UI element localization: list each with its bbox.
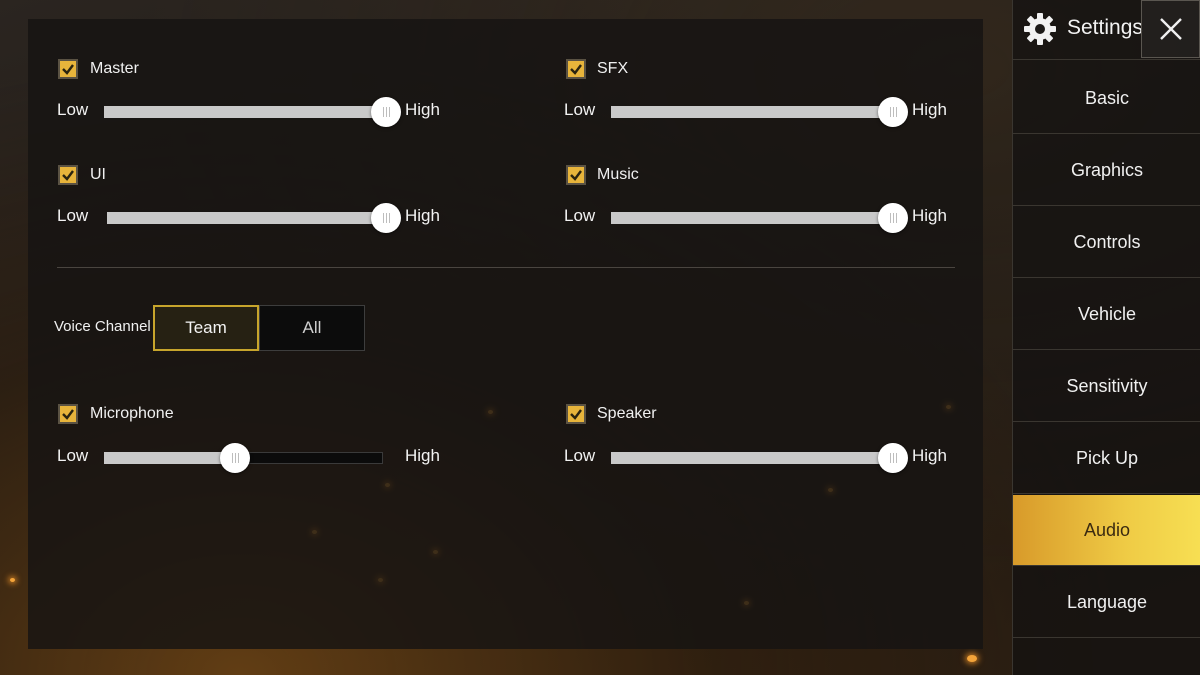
slider-thumb[interactable] — [371, 97, 401, 127]
master-label: Master — [90, 60, 139, 77]
check-icon — [570, 409, 582, 420]
ui-slider[interactable] — [107, 203, 401, 233]
master-slider[interactable] — [104, 97, 401, 127]
master-high-label: High — [405, 100, 440, 119]
settings-header: Settings — [1013, 0, 1200, 60]
microphone-high-label: High — [405, 446, 440, 465]
music-label: Music — [597, 166, 639, 183]
slider-fill — [104, 452, 236, 464]
voice-channel-all-button[interactable]: All — [259, 305, 365, 351]
nav-item-language[interactable]: Language — [1013, 567, 1200, 638]
music-high-label: High — [912, 206, 947, 225]
sfx-high-label: High — [912, 100, 947, 119]
section-divider — [57, 267, 955, 268]
speaker-checkbox[interactable] — [566, 404, 586, 424]
voice-channel-team-button[interactable]: Team — [153, 305, 259, 351]
master-checkbox[interactable] — [58, 59, 78, 79]
slider-fill — [611, 212, 893, 224]
slider-thumb[interactable] — [371, 203, 401, 233]
close-button[interactable] — [1141, 0, 1200, 58]
nav-item-graphics[interactable]: Graphics — [1013, 135, 1200, 206]
nav-item-basic[interactable]: Basic — [1013, 63, 1200, 134]
settings-sidebar: Settings Basic Graphics Controls Vehicle… — [1012, 0, 1200, 675]
nav-item-controls[interactable]: Controls — [1013, 207, 1200, 278]
slider-fill — [611, 106, 893, 118]
ember — [967, 655, 977, 662]
sfx-slider[interactable] — [611, 97, 908, 127]
check-icon — [62, 409, 74, 420]
music-low-label: Low — [564, 206, 596, 225]
microphone-checkbox[interactable] — [58, 404, 78, 424]
ui-high-label: High — [405, 206, 440, 225]
ui-label: UI — [90, 166, 106, 183]
close-icon — [1159, 18, 1182, 40]
voice-channel-label: Voice Channel — [54, 318, 151, 335]
slider-thumb[interactable] — [878, 443, 908, 473]
speaker-slider[interactable] — [611, 443, 908, 473]
master-low-label: Low — [57, 100, 89, 119]
sfx-checkbox[interactable] — [566, 59, 586, 79]
slider-thumb[interactable] — [878, 97, 908, 127]
slider-thumb[interactable] — [878, 203, 908, 233]
slider-thumb[interactable] — [220, 443, 251, 473]
ember — [10, 578, 15, 582]
check-icon — [570, 170, 582, 181]
microphone-low-label: Low — [57, 446, 89, 465]
gear-icon — [1024, 13, 1056, 45]
nav-item-sensitivity[interactable]: Sensitivity — [1013, 351, 1200, 422]
sfx-low-label: Low — [564, 100, 596, 119]
speaker-low-label: Low — [564, 446, 596, 465]
slider-fill — [611, 452, 893, 464]
check-icon — [62, 64, 74, 75]
speaker-label: Speaker — [597, 405, 657, 422]
nav-item-pick-up[interactable]: Pick Up — [1013, 423, 1200, 494]
nav-item-audio[interactable]: Audio — [1013, 495, 1200, 566]
music-slider[interactable] — [611, 203, 908, 233]
slider-fill — [104, 106, 386, 118]
ui-checkbox[interactable] — [58, 165, 78, 185]
check-icon — [62, 170, 74, 181]
check-icon — [570, 64, 582, 75]
music-checkbox[interactable] — [566, 165, 586, 185]
ui-low-label: Low — [57, 206, 89, 225]
microphone-slider[interactable] — [104, 443, 383, 473]
slider-fill — [107, 212, 386, 224]
settings-title: Settings — [1067, 16, 1143, 39]
microphone-label: Microphone — [90, 405, 174, 422]
nav-item-vehicle[interactable]: Vehicle — [1013, 279, 1200, 350]
speaker-high-label: High — [912, 446, 947, 465]
sfx-label: SFX — [597, 60, 629, 77]
